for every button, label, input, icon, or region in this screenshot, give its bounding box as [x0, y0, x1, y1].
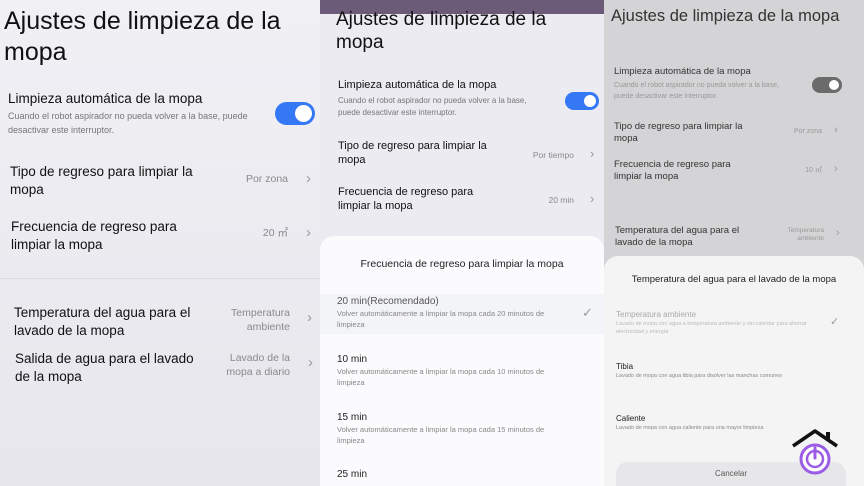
option-10-min[interactable]: 10 min Volver automáticamente a limpiar …	[320, 352, 604, 392]
auto-clean-description: Cuando el robot aspirador no pueda volve…	[614, 82, 779, 100]
auto-clean-toggle[interactable]	[565, 92, 599, 110]
auto-clean-row: Limpieza automática de la mopa Cuando el…	[320, 77, 604, 127]
option-20-min[interactable]: 20 min(Recomendado) Volver automáticamen…	[320, 294, 604, 334]
house-power-icon	[790, 428, 840, 478]
option-description: Lavado de mopa con agua caliente para un…	[616, 425, 764, 431]
auto-clean-description: Cuando el robot aspirador no pueda volve…	[338, 96, 527, 118]
settings-item-water-temperature[interactable]: Temperatura del agua para el lavado de l…	[0, 304, 320, 350]
option-25-min[interactable]: 25 min	[320, 468, 604, 486]
auto-clean-label: Limpieza automática de la mopa	[8, 91, 203, 106]
toggle-knob	[829, 80, 839, 90]
option-tibia[interactable]: Tibia Lavado de mopa con agua tibia para…	[604, 362, 864, 392]
setting-label: Temperatura del agua para el lavado de l…	[615, 225, 740, 249]
option-title: 25 min	[337, 469, 368, 480]
option-15-min[interactable]: 15 min Volver automáticamente a limpiar …	[320, 410, 604, 450]
sheet-title: Frecuencia de regreso para limpiar la mo…	[360, 258, 564, 270]
chevron-right-icon: ›	[308, 354, 313, 371]
setting-value: 10 ㎡	[805, 167, 822, 174]
chevron-right-icon: ›	[834, 163, 838, 175]
auto-clean-description: Cuando el robot aspirador no pueda volve…	[8, 111, 248, 135]
setting-value: Por tiempo	[532, 150, 574, 160]
check-icon: ✓	[830, 316, 840, 328]
option-title: 10 min	[337, 354, 368, 365]
setting-value: Temperatura ambiente	[787, 227, 825, 243]
option-title: 15 min	[337, 412, 368, 423]
page-title: Ajustes de limpieza de la mopa	[4, 7, 281, 66]
setting-value: 20 min	[548, 195, 574, 205]
auto-clean-row: Limpieza automática de la mopa Cuando el…	[0, 88, 320, 148]
setting-label: Temperatura del agua para el lavado de l…	[14, 305, 191, 338]
option-description: Lavado de mopa con agua a temperatura am…	[616, 321, 807, 335]
option-description: Volver automáticamente a limpiar la mopa…	[337, 425, 545, 445]
page-title: Ajustes de limpieza de la mopa	[611, 7, 840, 25]
auto-clean-label: Limpieza automática de la mopa	[338, 79, 497, 91]
chevron-right-icon: ›	[306, 224, 311, 241]
chevron-right-icon: ›	[306, 170, 311, 187]
auto-clean-label: Limpieza automática de la mopa	[614, 66, 751, 77]
setting-label: Frecuencia de regreso para limpiar la mo…	[614, 159, 731, 183]
chevron-right-icon: ›	[307, 309, 312, 326]
chevron-right-icon: ›	[834, 124, 838, 136]
setting-label: Salida de agua para el lavado de la mopa	[15, 351, 194, 384]
section-divider	[0, 278, 320, 279]
setting-label: Tipo de regreso para limpiar la mopa	[338, 140, 487, 167]
auto-clean-row: Limpieza automática de la mopa Cuando el…	[604, 66, 864, 112]
option-title: Tibia	[616, 362, 634, 371]
toggle-knob	[584, 95, 596, 107]
settings-item-return-frequency[interactable]: Frecuencia de regreso para limpiar la mo…	[0, 218, 320, 264]
chevron-right-icon: ›	[836, 227, 840, 239]
settings-item-water-temperature[interactable]: Temperatura del agua para el lavado de l…	[604, 225, 864, 255]
settings-item-return-frequency[interactable]: Frecuencia de regreso para limpiar la mo…	[604, 159, 864, 193]
setting-label: Tipo de regreso para limpiar la mopa	[614, 121, 743, 145]
setting-label: Frecuencia de regreso para limpiar la mo…	[338, 186, 474, 213]
option-title: Temperatura ambiente	[616, 310, 697, 319]
option-description: Volver automáticamente a limpiar la mopa…	[337, 367, 545, 387]
toggle-knob	[295, 105, 312, 122]
setting-label: Frecuencia de regreso para limpiar la mo…	[11, 219, 177, 252]
setting-value: Lavado de la mopa a diario	[226, 352, 290, 378]
option-title: Caliente	[616, 414, 646, 423]
setting-value: 20 ㎡	[262, 227, 288, 239]
screen-mop-settings-3: Ajustes de limpieza de la mopa Limpieza …	[604, 0, 864, 486]
setting-value: Temperatura ambiente	[231, 307, 290, 333]
chevron-right-icon: ›	[590, 191, 595, 206]
option-description: Volver automáticamente a limpiar la mopa…	[337, 309, 545, 329]
frequency-bottom-sheet: Frecuencia de regreso para limpiar la mo…	[320, 236, 604, 486]
auto-clean-toggle[interactable]	[812, 77, 842, 93]
settings-item-return-type[interactable]: Tipo de regreso para limpiar la mopa Por…	[604, 121, 864, 155]
option-title: 20 min(Recomendado)	[337, 296, 439, 307]
option-ambient[interactable]: Temperatura ambiente Lavado de mopa con …	[604, 308, 864, 344]
page-title: Ajustes de limpieza de la mopa	[336, 9, 547, 54]
chevron-right-icon: ›	[590, 146, 595, 161]
option-description: Lavado de mopa con agua tibia para disol…	[616, 373, 783, 379]
check-icon: ✓	[582, 305, 593, 320]
auto-clean-toggle[interactable]	[275, 102, 315, 125]
setting-label: Tipo de regreso para limpiar la mopa	[10, 164, 193, 197]
sheet-title: Temperatura del agua para el lavado de l…	[631, 274, 837, 285]
screen-mop-settings-1: Ajustes de limpieza de la mopa Limpieza …	[0, 0, 320, 486]
setting-value: Por zona	[793, 128, 822, 135]
screen-mop-settings-2: Ajustes de limpieza de la mopa Limpieza …	[320, 0, 604, 486]
settings-item-return-frequency[interactable]: Frecuencia de regreso para limpiar la mo…	[320, 185, 604, 221]
setting-value: Por zona	[245, 173, 288, 185]
settings-item-water-output[interactable]: Salida de agua para el lavado de la mopa…	[0, 350, 320, 396]
settings-item-return-type[interactable]: Tipo de regreso para limpiar la mopa Por…	[0, 163, 320, 209]
settings-item-return-type[interactable]: Tipo de regreso para limpiar la mopa Por…	[320, 139, 604, 175]
